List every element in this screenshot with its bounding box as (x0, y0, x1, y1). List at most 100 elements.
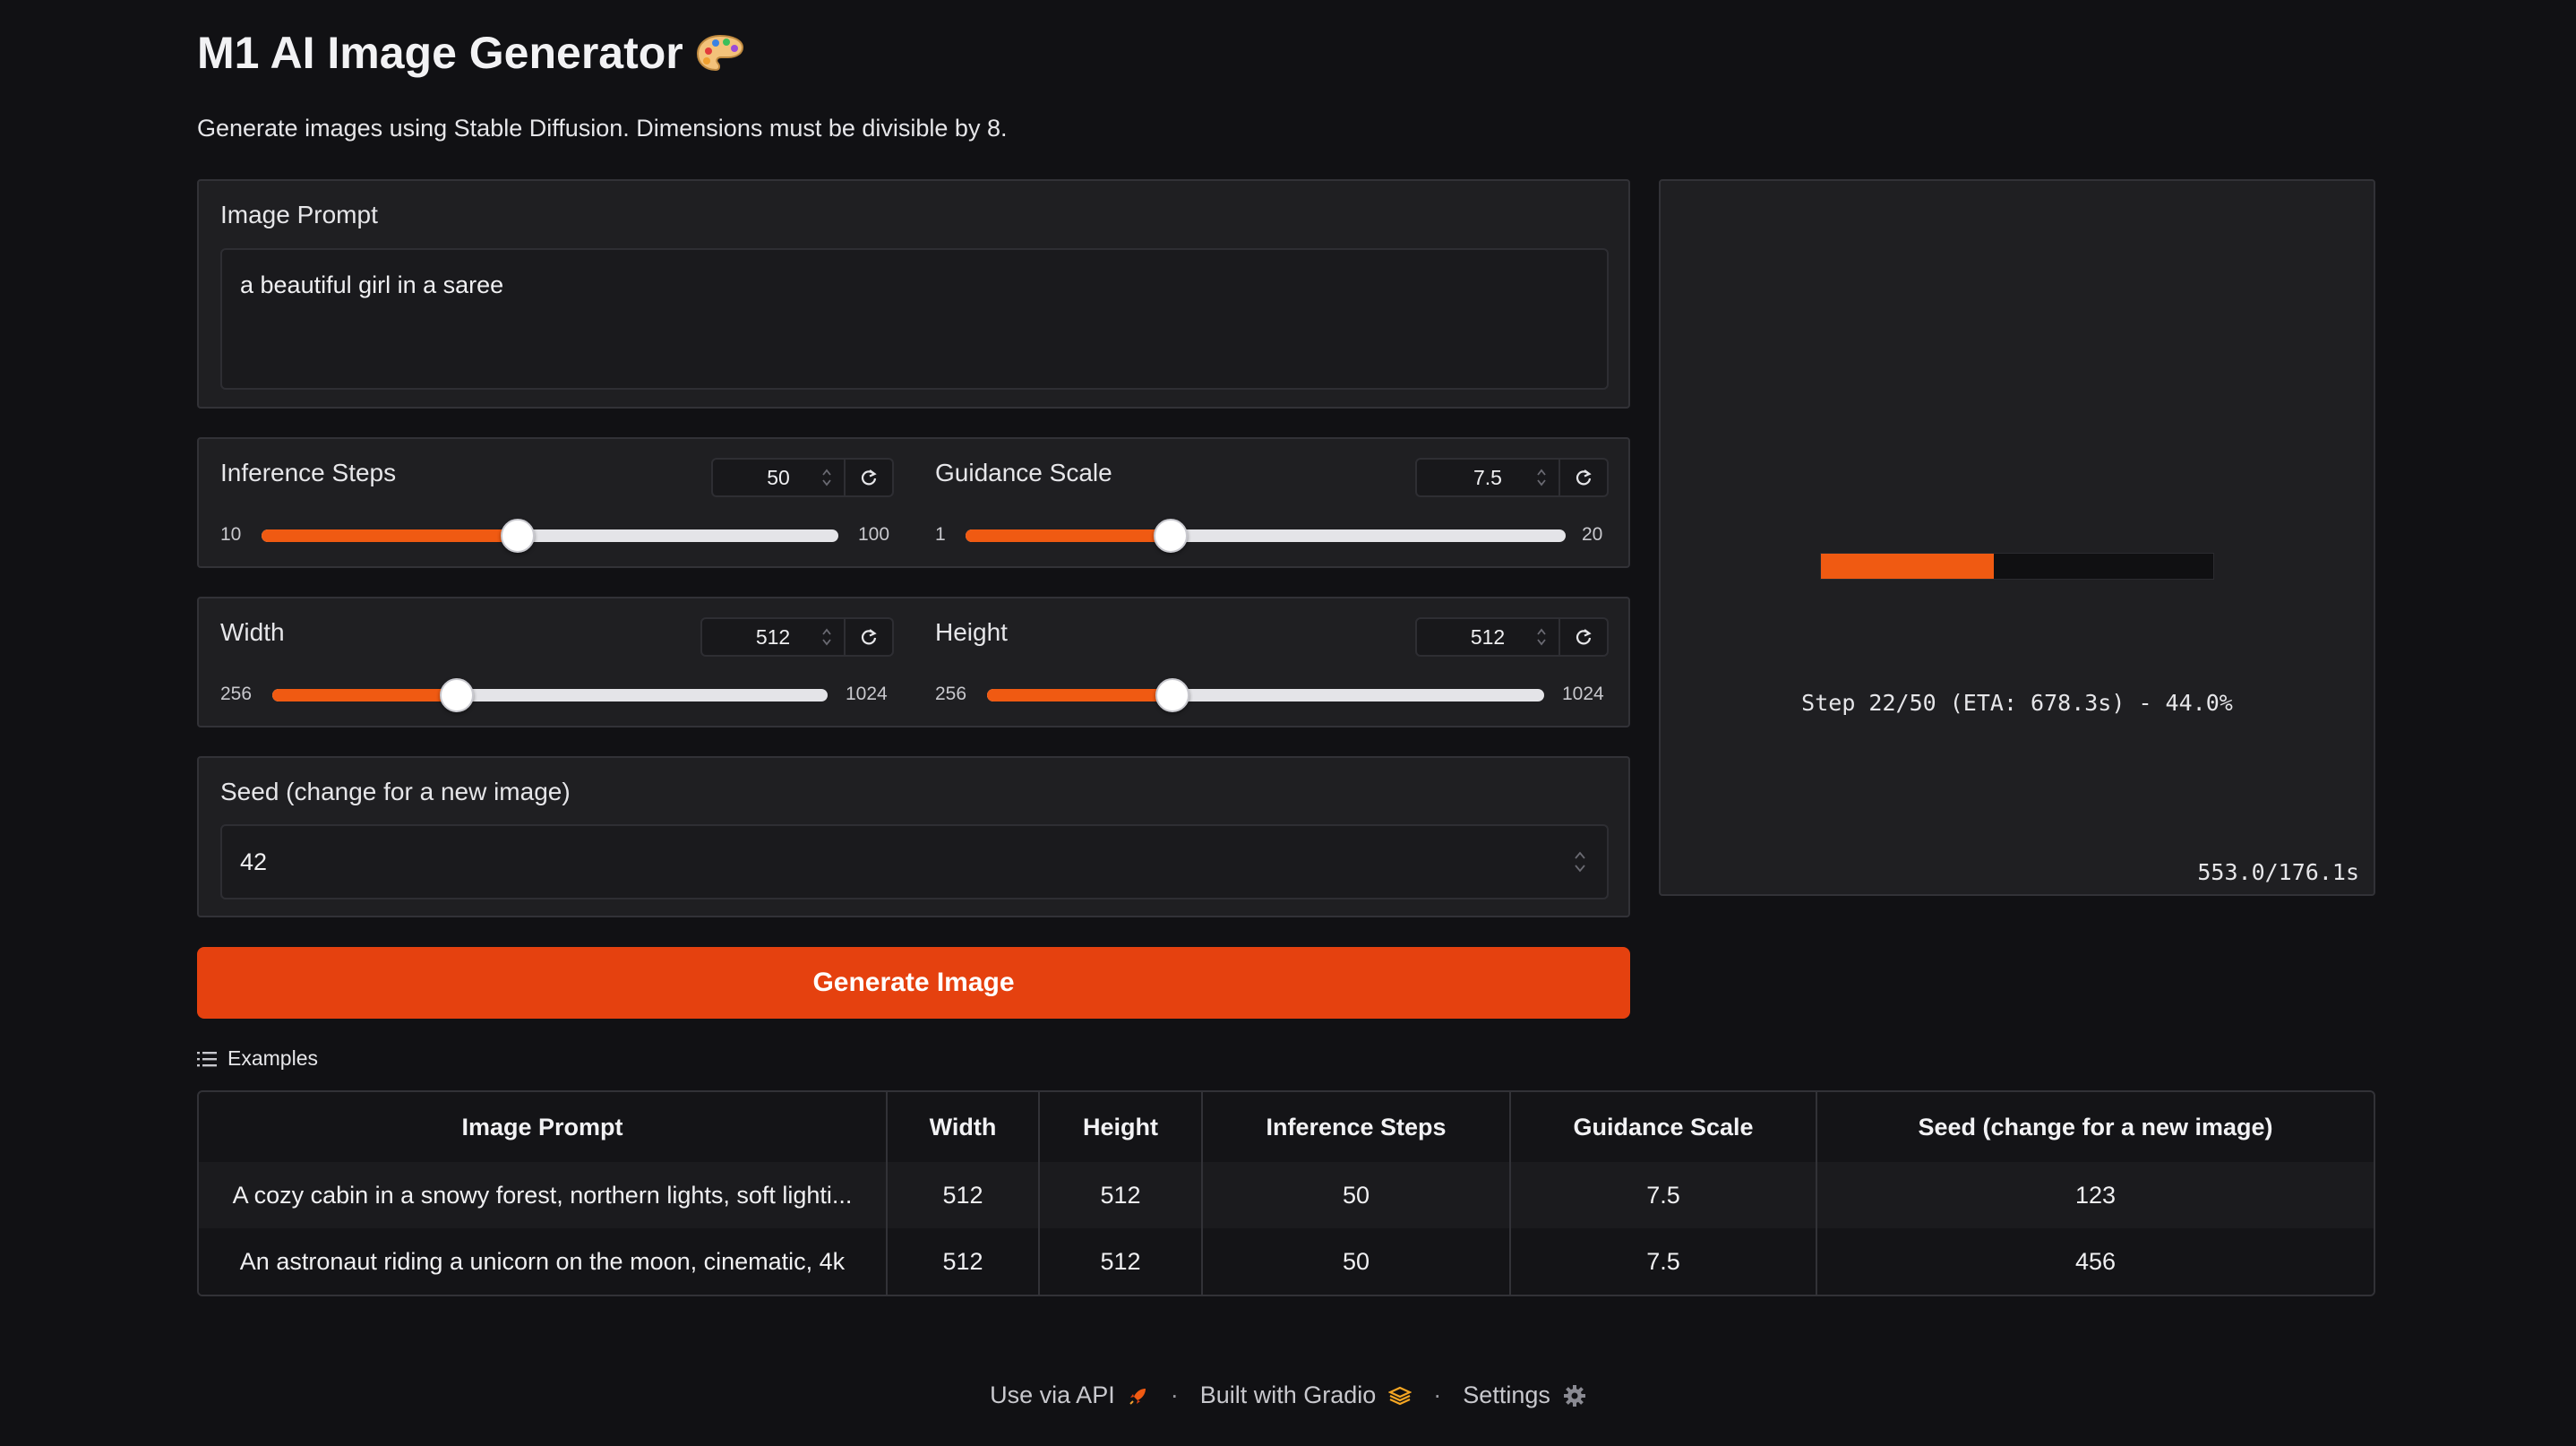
timer-text: 553.0/176.1s (2197, 859, 2359, 885)
palette-icon (696, 34, 743, 72)
width-value: 512 (755, 624, 791, 649)
footer-separator: · (1170, 1381, 1179, 1408)
table-cell: 456 (1816, 1228, 2374, 1295)
rocket-icon (1129, 1388, 1146, 1405)
inference-steps-max: 100 (858, 524, 890, 545)
progress-bar (1820, 553, 2214, 580)
inference-steps-slider[interactable] (262, 519, 838, 553)
inference-steps-min: 10 (220, 524, 242, 545)
guidance-scale-value: 7.5 (1473, 465, 1502, 489)
table-cell: A cozy cabin in a snowy forest, northern… (199, 1162, 888, 1228)
slider-thumb[interactable] (1154, 519, 1189, 553)
spinner-icon[interactable] (820, 467, 833, 488)
table-header-row: Image Prompt Width Height Inference Step… (199, 1092, 2374, 1162)
inference-steps-value-cell: 50 (713, 460, 844, 495)
list-icon (197, 1051, 217, 1066)
width-slider[interactable] (272, 678, 828, 712)
table-cell: An astronaut riding a unicorn on the moo… (199, 1228, 888, 1295)
reset-icon (1576, 469, 1592, 486)
column-header: Inference Steps (1202, 1092, 1511, 1162)
prompt-label: Image Prompt (220, 201, 378, 228)
gear-icon (1563, 1384, 1585, 1407)
generate-button[interactable]: Generate Image (197, 947, 1630, 1019)
progress-text: Step 22/50 (ETA: 678.3s) - 44.0% (1801, 690, 2233, 716)
slider-fill (262, 529, 518, 542)
built-with-gradio-label: Built with Gradio (1199, 1381, 1377, 1408)
table-cell: 512 (887, 1162, 1040, 1228)
spinner-icon[interactable] (1535, 626, 1548, 648)
width-reset-button[interactable] (844, 619, 892, 655)
prompt-textarea[interactable]: a beautiful girl in a saree (220, 248, 1609, 390)
use-via-api-label: Use via API (990, 1381, 1115, 1408)
seed-value: 42 (240, 848, 268, 875)
examples-label: Examples (228, 1046, 318, 1070)
table-cell: 7.5 (1510, 1162, 1817, 1228)
guidance-scale-max: 20 (1582, 524, 1603, 545)
height-reset-button[interactable] (1558, 619, 1607, 655)
height-value-cell: 512 (1417, 619, 1558, 655)
prompt-panel: Image Prompt a beautiful girl in a saree (197, 179, 1630, 409)
table-cell: 512 (887, 1228, 1040, 1295)
guidance-scale-label: Guidance Scale (935, 459, 1112, 486)
progress-bar-fill (1821, 554, 1994, 579)
steps-guidance-panel: Inference Steps 50 10 100 Guidance Scale… (197, 437, 1630, 568)
reset-icon (1576, 629, 1592, 645)
guidance-scale-value-cell: 7.5 (1417, 460, 1558, 495)
reset-icon (861, 629, 877, 645)
use-via-api-link[interactable]: Use via API (990, 1381, 1149, 1409)
inference-steps-value: 50 (767, 465, 790, 489)
table-row[interactable]: An astronaut riding a unicorn on the moo… (199, 1228, 2374, 1295)
column-header: Image Prompt (199, 1092, 888, 1162)
width-label: Width (220, 618, 285, 646)
height-label: Height (935, 618, 1008, 646)
table-cell: 123 (1816, 1162, 2374, 1228)
column-header: Seed (change for a new image) (1918, 1113, 2273, 1140)
output-image-panel: Step 22/50 (ETA: 678.3s) - 44.0% 553.0/1… (1659, 179, 2375, 896)
slider-fill (987, 689, 1173, 701)
slider-fill (966, 529, 1172, 542)
height-number-input[interactable]: 512 (1415, 617, 1609, 657)
table-cell: 50 (1202, 1162, 1511, 1228)
slider-thumb[interactable] (440, 678, 475, 712)
height-value: 512 (1470, 624, 1506, 649)
width-value-cell: 512 (702, 619, 844, 655)
inference-steps-reset-button[interactable] (844, 460, 892, 495)
slider-thumb[interactable] (1155, 678, 1190, 712)
inference-steps-label: Inference Steps (220, 459, 397, 486)
settings-label: Settings (1463, 1381, 1550, 1408)
page-title: M1 AI Image Generator (197, 27, 744, 79)
seed-label: Seed (change for a new image) (220, 778, 571, 805)
examples-table: Image Prompt Width Height Inference Step… (197, 1090, 2375, 1296)
slider-fill (272, 689, 458, 701)
table-cell: 512 (1039, 1228, 1203, 1295)
table-cell: 512 (1039, 1162, 1203, 1228)
spinner-icon[interactable] (820, 626, 833, 648)
height-slider[interactable] (987, 678, 1544, 712)
inference-steps-number-input[interactable]: 50 (711, 458, 894, 497)
slider-thumb[interactable] (500, 519, 535, 553)
guidance-scale-number-input[interactable]: 7.5 (1415, 458, 1609, 497)
spinner-icon[interactable] (1535, 467, 1548, 488)
app-page: M1 AI Image Generator Generate images us… (0, 0, 2576, 1446)
footer-separator: · (1433, 1381, 1442, 1408)
settings-link[interactable]: Settings (1463, 1381, 1586, 1409)
guidance-scale-slider[interactable] (966, 519, 1566, 553)
guidance-scale-min: 1 (935, 524, 946, 545)
seed-panel: Seed (change for a new image) 42 (197, 756, 1630, 917)
guidance-scale-reset-button[interactable] (1558, 460, 1607, 495)
built-with-gradio-link[interactable]: Built with Gradio (1200, 1381, 1413, 1409)
footer: Use via API · Built with Gradio · Settin… (0, 1381, 2576, 1409)
width-max: 1024 (846, 684, 888, 704)
table-row[interactable]: A cozy cabin in a snowy forest, northern… (199, 1162, 2374, 1228)
column-header: Width (887, 1092, 1040, 1162)
examples-header[interactable]: Examples (197, 1046, 318, 1071)
seed-input[interactable]: 42 (220, 824, 1609, 899)
table-cell: 7.5 (1510, 1228, 1817, 1295)
dimensions-panel: Width 512 256 1024 Height 512 256 1024 (197, 597, 1630, 727)
spinner-icon[interactable] (1573, 849, 1587, 874)
gradio-logo-icon (1388, 1386, 1413, 1405)
width-min: 256 (220, 684, 253, 704)
column-header: Height (1039, 1092, 1203, 1162)
width-number-input[interactable]: 512 (700, 617, 894, 657)
title-text: M1 AI Image Generator (197, 28, 683, 78)
